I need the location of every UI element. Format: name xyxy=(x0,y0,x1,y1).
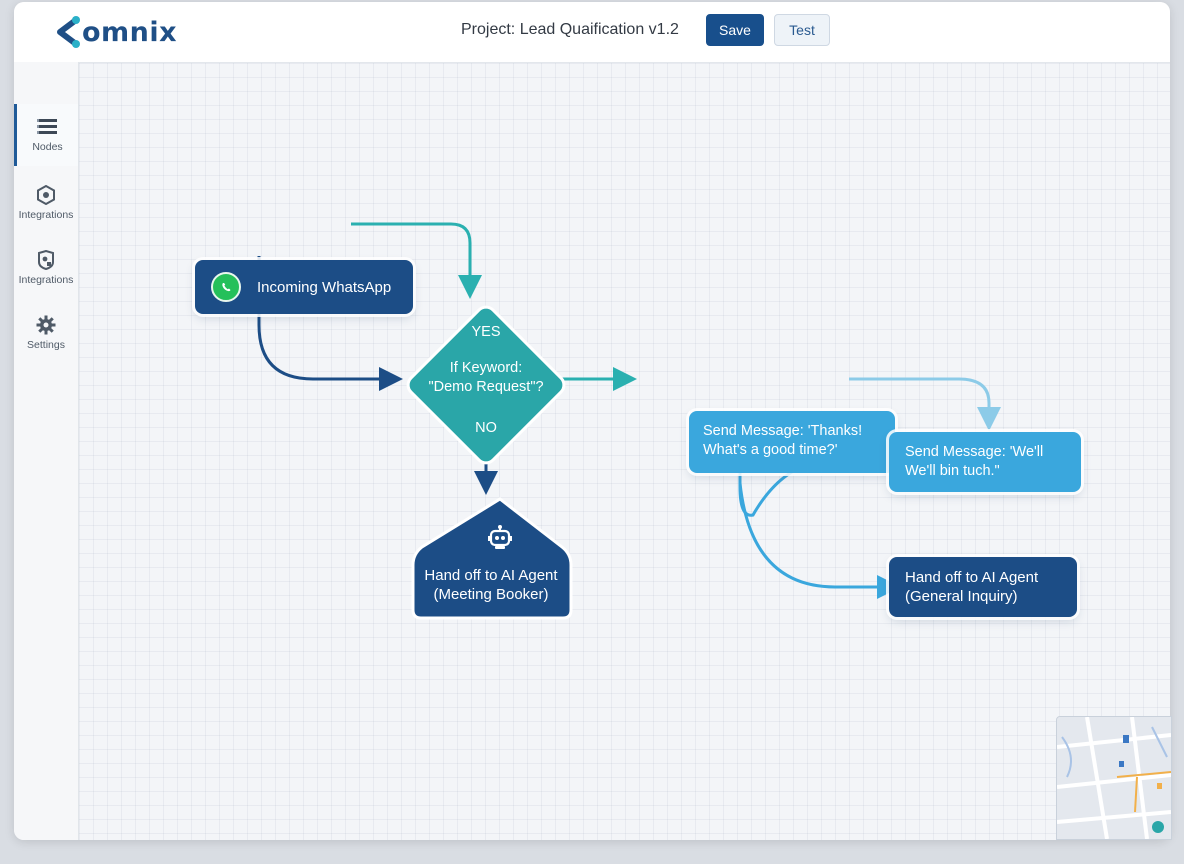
robot-icon xyxy=(481,525,519,556)
sidebar-item-label: Integrations xyxy=(18,274,74,286)
flow-canvas[interactable]: Incoming WhatsApp YES If Keyword: "Demo … xyxy=(79,63,1170,840)
message-thanks-line1: Send Message: 'Thanks! xyxy=(703,423,863,439)
sidebar-item-label: Integrations xyxy=(18,209,74,221)
sidebar-item-label: Nodes xyxy=(32,141,63,153)
minimap[interactable] xyxy=(1056,716,1172,840)
trigger-label: Incoming WhatsApp xyxy=(257,278,392,296)
sidebar-item-nodes[interactable]: Nodes xyxy=(14,104,78,166)
sidebar-item-integrations[interactable]: Integrations xyxy=(14,172,78,234)
message-thanks-line2: What's a good time?' xyxy=(703,442,838,458)
save-button[interactable]: Save xyxy=(706,14,764,46)
condition-yes-label: YES xyxy=(471,324,501,340)
trigger-node[interactable]: Incoming WhatsApp xyxy=(195,260,413,314)
app-window: omnix Project: Lead Quaification v1.2 Sa… xyxy=(14,2,1170,840)
list-icon xyxy=(36,119,57,134)
condition-line1: If Keyword: xyxy=(449,360,523,376)
agent-general-node[interactable]: Hand off to AI Agent (General Inquiry) xyxy=(889,557,1077,617)
whatsapp-icon xyxy=(211,272,241,302)
project-title: Project: Lead Quaification v1.2 xyxy=(461,21,679,38)
top-bar: omnix Project: Lead Quaification v1.2 Sa… xyxy=(14,2,1170,63)
agent-general-line1: Hand off to AI Agent xyxy=(905,569,1039,586)
condition-no-label: NO xyxy=(475,420,497,436)
minimap-map xyxy=(1057,717,1171,839)
logo: omnix xyxy=(54,14,177,50)
sidebar: Nodes Integrations Integrations Settings xyxy=(14,62,79,840)
logo-text: omnix xyxy=(82,16,178,48)
shield-icon xyxy=(38,250,54,270)
message-touch-node[interactable]: Send Message: 'We'll We'll bin tuch." xyxy=(889,432,1081,492)
agent-general-line2: (General Inquiry) xyxy=(905,588,1018,605)
message-touch-line2: We'll bin tuch." xyxy=(905,463,1000,479)
agent-meeting-line2: (Meeting Booker) xyxy=(433,586,549,603)
message-touch-line1: Send Message: 'We'll xyxy=(905,444,1044,460)
condition-line2: "Demo Request"? xyxy=(428,379,544,395)
gear-icon xyxy=(36,315,56,335)
test-button[interactable]: Test xyxy=(774,14,830,46)
hexagon-icon xyxy=(37,185,55,205)
sidebar-item-integrations-2[interactable]: Integrations xyxy=(14,237,78,299)
message-thanks-node[interactable]: Send Message: 'Thanks! What's a good tim… xyxy=(689,411,895,473)
agent-meeting-line1: Hand off to AI Agent xyxy=(424,567,558,584)
logo-icon xyxy=(57,16,80,48)
sidebar-item-label: Settings xyxy=(27,339,65,351)
sidebar-item-settings[interactable]: Settings xyxy=(14,302,78,364)
